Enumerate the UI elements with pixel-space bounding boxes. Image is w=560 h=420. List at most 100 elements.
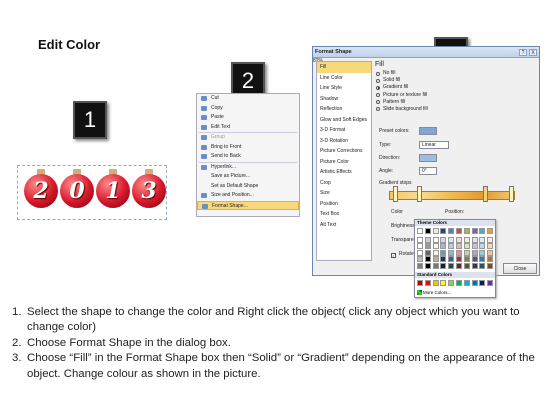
color-swatch[interactable] [456, 236, 462, 243]
color-swatch[interactable] [487, 228, 494, 234]
nav-item-picture-color[interactable]: Picture Color [317, 157, 371, 168]
color-swatch[interactable] [424, 249, 431, 256]
radio-no-fill[interactable]: No fill [375, 70, 537, 77]
standard-color-swatch[interactable] [440, 280, 447, 286]
color-swatch[interactable] [456, 262, 462, 269]
color-swatch[interactable] [440, 228, 447, 234]
color-swatch[interactable] [487, 243, 494, 249]
standard-color-swatch[interactable] [479, 280, 486, 286]
standard-color-swatch[interactable] [456, 280, 462, 286]
close-button[interactable]: Close [503, 263, 537, 274]
color-swatch[interactable] [479, 228, 486, 234]
gradient-stop-handle[interactable] [417, 186, 422, 202]
nav-item-picture-corrections[interactable]: Picture Corrections [317, 146, 371, 157]
color-swatch[interactable] [440, 243, 447, 249]
color-swatch[interactable] [417, 249, 423, 256]
color-swatch[interactable] [424, 243, 431, 249]
color-swatch[interactable] [417, 256, 423, 262]
nav-item-line-style[interactable]: Line Style [317, 83, 371, 94]
dialog-close-icon[interactable]: X [529, 49, 537, 56]
menu-item-group[interactable]: Group [197, 133, 299, 143]
color-swatch[interactable] [463, 236, 470, 243]
color-swatch[interactable] [479, 262, 486, 269]
gradient-stop-handle[interactable] [509, 186, 514, 202]
menu-item-hyperlink[interactable]: Hyperlink... [197, 163, 299, 173]
type-dropdown[interactable]: Linear [419, 141, 449, 149]
menu-item-copy[interactable]: Copy [197, 104, 299, 114]
color-swatch[interactable] [479, 236, 486, 243]
nav-item-crop[interactable]: Crop [317, 178, 371, 189]
color-swatch[interactable] [440, 256, 447, 262]
nav-item-alt-text[interactable]: Alt Text [317, 220, 371, 231]
color-swatch[interactable] [448, 256, 455, 262]
color-swatch[interactable] [448, 236, 455, 243]
color-swatch[interactable] [456, 228, 462, 234]
radio-gradient-fill[interactable]: Gradient fill [375, 84, 537, 91]
menu-item-save-as-picture[interactable]: Save as Picture... [197, 172, 299, 182]
nav-item-3d-format[interactable]: 3-D Format [317, 125, 371, 136]
color-swatch[interactable] [424, 262, 431, 269]
color-swatch[interactable] [424, 256, 431, 262]
color-swatch[interactable] [456, 256, 462, 262]
gradient-stop-handle[interactable] [393, 186, 398, 202]
nav-item-position[interactable]: Position [317, 199, 371, 210]
color-swatch[interactable] [432, 256, 439, 262]
color-swatch[interactable] [432, 249, 439, 256]
color-swatch[interactable] [448, 228, 455, 234]
color-swatch[interactable] [448, 262, 455, 269]
color-swatch[interactable] [463, 243, 470, 249]
color-swatch[interactable] [487, 249, 494, 256]
standard-color-swatch[interactable] [448, 280, 455, 286]
color-swatch[interactable] [432, 243, 439, 249]
ornament-ball[interactable]: 0 [60, 174, 94, 208]
color-swatch[interactable] [487, 256, 494, 262]
radio-picture-fill[interactable]: Picture or texture fill [375, 92, 537, 99]
menu-item-bring-to-front[interactable]: Bring to Front [197, 143, 299, 153]
color-swatch[interactable] [463, 249, 470, 256]
color-swatch[interactable] [471, 243, 478, 249]
standard-color-swatch[interactable] [471, 280, 478, 286]
nav-item-shadow[interactable]: Shadow [317, 94, 371, 105]
color-swatch[interactable] [479, 256, 486, 262]
color-swatch[interactable] [456, 249, 462, 256]
color-swatch[interactable] [440, 236, 447, 243]
more-colors-link[interactable]: More Colors... [423, 290, 451, 295]
nav-item-text-box[interactable]: Text Box [317, 209, 371, 220]
color-swatch[interactable] [471, 249, 478, 256]
ornament-ball[interactable]: 3 [132, 174, 166, 208]
color-swatch[interactable] [487, 262, 494, 269]
menu-item-edit-text[interactable]: Edit Text [197, 123, 299, 133]
color-swatch[interactable] [417, 236, 423, 243]
ornament-ball[interactable]: 2 [24, 174, 58, 208]
nav-item-artistic-effects[interactable]: Artistic Effects [317, 167, 371, 178]
color-swatch[interactable] [479, 249, 486, 256]
color-swatch[interactable] [417, 243, 423, 249]
color-swatch[interactable] [424, 228, 431, 234]
color-swatch[interactable] [456, 243, 462, 249]
color-swatch[interactable] [463, 228, 470, 234]
menu-item-size-and-position[interactable]: Size and Position... [197, 191, 299, 201]
color-swatch[interactable] [440, 262, 447, 269]
color-swatch[interactable] [487, 236, 494, 243]
color-swatch[interactable] [417, 228, 423, 234]
menu-item-cut[interactable]: Cut [197, 94, 299, 104]
color-swatch[interactable] [471, 262, 478, 269]
color-swatch[interactable] [448, 249, 455, 256]
standard-color-swatch[interactable] [432, 280, 439, 286]
radio-solid-fill[interactable]: Solid fill [375, 77, 537, 84]
menu-item-paste[interactable]: Paste [197, 113, 299, 123]
color-swatch[interactable] [448, 243, 455, 249]
color-swatch[interactable] [432, 262, 439, 269]
ornament-ball[interactable]: 1 [96, 174, 130, 208]
standard-color-swatch[interactable] [424, 280, 431, 286]
radio-pattern-fill[interactable]: Pattern fill [375, 99, 537, 106]
nav-item-fill[interactable]: Fill [317, 62, 371, 73]
color-swatch[interactable] [471, 236, 478, 243]
color-swatch[interactable] [432, 236, 439, 243]
nav-item-reflection[interactable]: Reflection [317, 104, 371, 115]
color-swatch[interactable] [479, 243, 486, 249]
menu-item-send-to-back[interactable]: Send to Back [197, 152, 299, 162]
direction-dropdown[interactable] [419, 154, 437, 162]
nav-item-line-color[interactable]: Line Color [317, 73, 371, 84]
color-swatch[interactable] [440, 249, 447, 256]
